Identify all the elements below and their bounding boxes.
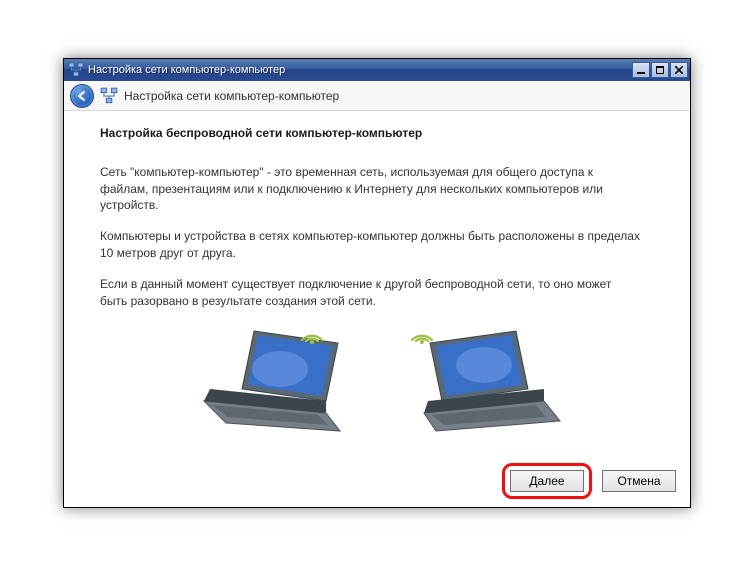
maximize-button[interactable] xyxy=(651,62,669,78)
wifi-icon xyxy=(408,321,436,350)
laptop-illustration xyxy=(402,323,572,441)
close-button[interactable] xyxy=(670,62,688,78)
wizard-content: Настройка беспроводной сети компьютер-ко… xyxy=(64,111,690,449)
page-heading: Настройка беспроводной сети компьютер-ко… xyxy=(100,125,664,142)
minimize-button[interactable] xyxy=(632,62,650,78)
wizard-header-title: Настройка сети компьютер-компьютер xyxy=(124,89,339,103)
description-paragraph: Сеть "компьютер-компьютер" - это временн… xyxy=(100,164,640,214)
network-icon xyxy=(100,87,118,105)
highlight-annotation: Далее xyxy=(502,463,592,499)
wifi-icon xyxy=(298,321,326,350)
wizard-window: Настройка сети компьютер-компьютер xyxy=(63,58,691,508)
titlebar[interactable]: Настройка сети компьютер-компьютер xyxy=(64,59,690,81)
cancel-button[interactable]: Отмена xyxy=(602,470,676,492)
laptop-illustration xyxy=(192,323,362,441)
next-button[interactable]: Далее xyxy=(510,470,584,492)
wizard-footer: Далее Отмена xyxy=(502,463,676,499)
illustration xyxy=(100,323,664,441)
description-paragraph: Если в данный момент существует подключе… xyxy=(100,276,640,310)
wizard-header: Настройка сети компьютер-компьютер xyxy=(64,81,690,111)
titlebar-text: Настройка сети компьютер-компьютер xyxy=(88,64,632,76)
network-icon xyxy=(68,62,84,78)
description-paragraph: Компьютеры и устройства в сетях компьюте… xyxy=(100,228,640,262)
back-button[interactable] xyxy=(70,84,94,108)
